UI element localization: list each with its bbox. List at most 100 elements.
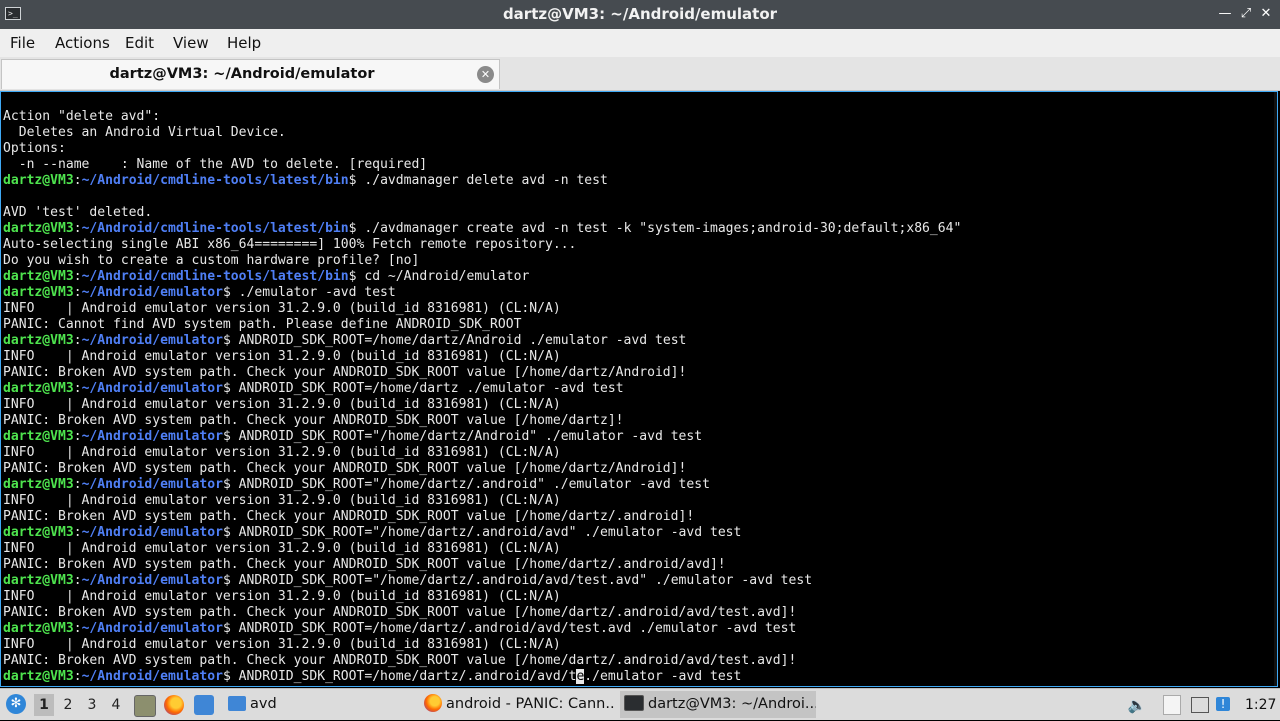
terminal-line: dartz@VM3:~/Android/emulator$ ANDROID_SD…: [3, 477, 710, 492]
output-text: Auto-selecting single ABI x86_64========…: [3, 237, 577, 252]
workspace-3[interactable]: 3: [82, 694, 102, 716]
taskbar: ✻ 1 2 3 4 avd android - PANIC: Cann... d…: [0, 688, 1280, 720]
output-text: INFO | Android emulator version 31.2.9.0…: [3, 589, 561, 604]
terminal-line: INFO | Android emulator version 31.2.9.0…: [3, 349, 961, 365]
terminal-line: Auto-selecting single ABI x86_64========…: [3, 237, 961, 253]
terminal-line: PANIC: Broken AVD system path. Check you…: [3, 365, 961, 381]
task-terminal[interactable]: dartz@VM3: ~/Androi...: [620, 691, 816, 718]
prompt-path: ~/Android/emulator: [81, 381, 223, 396]
terminal-line: Options:: [3, 141, 961, 157]
prompt-user: dartz@VM3: [3, 621, 74, 636]
prompt-user: dartz@VM3: [3, 477, 74, 492]
output-text: PANIC: Broken AVD system path. Check you…: [3, 605, 797, 620]
minimize-icon[interactable]: —: [1216, 5, 1234, 23]
show-desktop-icon[interactable]: [134, 695, 156, 717]
scrollbar[interactable]: [1274, 92, 1277, 686]
terminal-line: PANIC: Broken AVD system path. Check you…: [3, 557, 961, 573]
command-text: ANDROID_SDK_ROOT=/home/dartz/Android ./e…: [238, 333, 687, 348]
terminal-line: dartz@VM3:~/Android/emulator$ ANDROID_SD…: [3, 621, 797, 636]
output-text: INFO | Android emulator version 31.2.9.0…: [3, 445, 561, 460]
prompt-path: ~/Android/emulator: [81, 429, 223, 444]
task-firefox[interactable]: android - PANIC: Cann...: [420, 691, 616, 718]
prompt-user: dartz@VM3: [3, 429, 74, 444]
terminal-line: dartz@VM3:~/Android/emulator$ ANDROID_SD…: [3, 573, 813, 588]
prompt-path: ~/Android/cmdline-tools/latest/bin: [81, 173, 349, 188]
command-text: ./avdmanager create avd -n test -k "syst…: [364, 221, 962, 236]
terminal-line: INFO | Android emulator version 31.2.9.0…: [3, 541, 961, 557]
terminal-icon: [624, 695, 644, 711]
command-text: ANDROID_SDK_ROOT=/home/dartz/.android/av…: [238, 621, 797, 636]
folder-icon: [228, 695, 246, 711]
clock: 1:27: [1245, 697, 1277, 713]
output-text: PANIC: Broken AVD system path. Check you…: [3, 557, 726, 572]
workspace-4[interactable]: 4: [106, 694, 126, 716]
desktop-icon[interactable]: [194, 695, 214, 715]
command-text: ./emulator -avd test: [584, 669, 742, 684]
close-icon[interactable]: ✕: [1257, 5, 1275, 23]
terminal-line: INFO | Android emulator version 31.2.9.0…: [3, 637, 961, 653]
volume-icon[interactable]: 🔈: [1127, 695, 1147, 715]
terminal-line: PANIC: Cannot find AVD system path. Plea…: [3, 317, 961, 333]
task-label: avd: [250, 696, 277, 712]
output-text: AVD 'test' deleted.: [3, 205, 153, 220]
output-text: PANIC: Broken AVD system path. Check you…: [3, 365, 687, 380]
menu-bar: File Actions Edit View Help: [0, 29, 1280, 57]
output-text: -n --name : Name of the AVD to delete. […: [3, 157, 428, 172]
prompt-user: dartz@VM3: [3, 269, 74, 284]
prompt-user: dartz@VM3: [3, 285, 74, 300]
prompt-path: ~/Android/emulator: [81, 669, 223, 684]
command-text: ANDROID_SDK_ROOT="/home/dartz/Android" .…: [238, 429, 703, 444]
command-text: ./avdmanager delete avd -n test: [364, 173, 608, 188]
terminal-line: dartz@VM3:~/Android/cmdline-tools/latest…: [3, 173, 608, 188]
prompt-user: dartz@VM3: [3, 525, 74, 540]
maximize-icon[interactable]: ⤢: [1237, 5, 1255, 23]
menu-edit[interactable]: Edit: [125, 29, 154, 57]
terminal-line: INFO | Android emulator version 31.2.9.0…: [3, 397, 961, 413]
terminal-lines: Action "delete avd": Deletes an Android …: [3, 109, 961, 685]
command-text: ./emulator -avd test: [238, 285, 396, 300]
terminal-line: dartz@VM3:~/Android/cmdline-tools/latest…: [3, 221, 962, 236]
task-folder-avd[interactable]: avd: [224, 691, 414, 718]
terminal-line: PANIC: Broken AVD system path. Check you…: [3, 413, 961, 429]
terminal-line: AVD 'test' deleted.: [3, 205, 961, 221]
output-text: PANIC: Cannot find AVD system path. Plea…: [3, 317, 522, 332]
terminal-line: -n --name : Name of the AVD to delete. […: [3, 157, 961, 173]
prompt-path: ~/Android/cmdline-tools/latest/bin: [81, 221, 349, 236]
command-text: ANDROID_SDK_ROOT="/home/dartz/.android/a…: [238, 573, 813, 588]
terminal-line: dartz@VM3:~/Android/emulator$ ./emulator…: [3, 285, 396, 300]
workspace-1[interactable]: 1: [34, 694, 54, 716]
task-label: dartz@VM3: ~/Androi...: [648, 696, 816, 712]
start-menu-icon[interactable]: ✻: [6, 694, 26, 714]
terminal-line: dartz@VM3:~/Android/cmdline-tools/latest…: [3, 269, 530, 284]
output-text: INFO | Android emulator version 31.2.9.0…: [3, 301, 561, 316]
firefox-icon[interactable]: [164, 695, 184, 715]
close-circle-icon[interactable]: ✕: [477, 66, 494, 83]
prompt-path: ~/Android/emulator: [81, 477, 223, 492]
prompt-user: dartz@VM3: [3, 669, 74, 684]
output-text: INFO | Android emulator version 31.2.9.0…: [3, 397, 561, 412]
output-text: Options:: [3, 141, 66, 156]
tab-terminal[interactable]: dartz@VM3: ~/Android/emulator ✕: [1, 59, 500, 89]
clipboard-icon[interactable]: [1163, 695, 1181, 715]
output-text: INFO | Android emulator version 31.2.9.0…: [3, 349, 561, 364]
terminal-line: PANIC: Broken AVD system path. Check you…: [3, 509, 961, 525]
terminal-line: PANIC: Broken AVD system path. Check you…: [3, 461, 961, 477]
output-text: PANIC: Broken AVD system path. Check you…: [3, 461, 687, 476]
output-text: INFO | Android emulator version 31.2.9.0…: [3, 541, 561, 556]
terminal-output[interactable]: Action "delete avd": Deletes an Android …: [0, 91, 1278, 687]
prompt-user: dartz@VM3: [3, 573, 74, 588]
window-titlebar[interactable]: >_ dartz@VM3: ~/Android/emulator — ⤢ ✕: [0, 0, 1280, 29]
menu-actions[interactable]: Actions: [55, 29, 110, 57]
tab-bar: dartz@VM3: ~/Android/emulator ✕: [0, 57, 1280, 91]
prompt-user: dartz@VM3: [3, 173, 74, 188]
workspace-2[interactable]: 2: [58, 694, 78, 716]
command-text: ANDROID_SDK_ROOT="/home/dartz/.android" …: [238, 477, 710, 492]
network-icon[interactable]: [1191, 697, 1209, 713]
menu-file[interactable]: File: [10, 29, 35, 57]
menu-help[interactable]: Help: [227, 29, 261, 57]
menu-view[interactable]: View: [173, 29, 209, 57]
prompt-user: dartz@VM3: [3, 333, 74, 348]
terminal-line: dartz@VM3:~/Android/emulator$ ANDROID_SD…: [3, 429, 703, 444]
update-icon[interactable]: !: [1216, 697, 1230, 711]
prompt-user: dartz@VM3: [3, 221, 74, 236]
